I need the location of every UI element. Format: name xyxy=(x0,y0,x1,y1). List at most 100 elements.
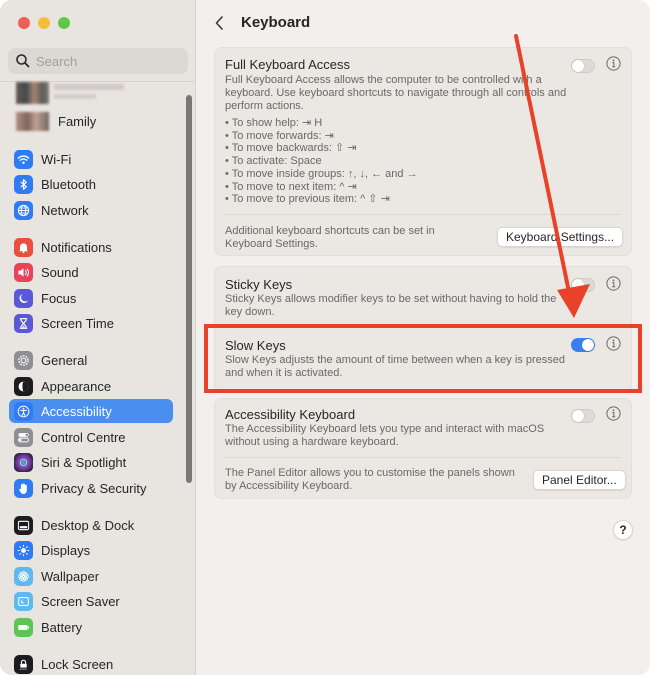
sidebar-scrollbar[interactable] xyxy=(186,95,192,483)
sidebar-item-screen-time[interactable]: Screen Time xyxy=(9,311,173,335)
page-title: Keyboard xyxy=(241,14,311,31)
sidebar-item-appearance[interactable]: Appearance xyxy=(9,374,173,398)
toggle-knob xyxy=(572,410,584,422)
slow-keys-toggle[interactable] xyxy=(571,338,595,352)
sidebar-item-sound[interactable]: Sound xyxy=(9,260,173,284)
window-controls xyxy=(18,17,70,29)
screen-saver-icon xyxy=(14,591,33,611)
sidebar-item-label: Bluetooth xyxy=(41,176,96,192)
accessibility-keyboard-toggle[interactable] xyxy=(571,409,595,423)
zoom-window-button[interactable] xyxy=(58,17,70,29)
shortcut-item: • To move forwards: ⇥ xyxy=(225,129,334,142)
accessibility-keyboard-card: Accessibility Keyboard The Accessibility… xyxy=(214,398,632,499)
back-chevron-icon[interactable] xyxy=(212,13,228,33)
wifi-icon xyxy=(14,149,33,169)
sidebar-item-label: Notifications xyxy=(41,239,112,255)
sticky-slow-keys-card: Sticky Keys Sticky Keys allows modifier … xyxy=(214,266,632,393)
siri-icon xyxy=(14,452,33,472)
bell-icon xyxy=(14,237,33,257)
sidebar-item-label: Siri & Spotlight xyxy=(41,454,127,470)
sidebar-item-wifi[interactable]: Wi-Fi xyxy=(9,147,173,171)
sidebar-item-notifications[interactable]: Notifications xyxy=(9,235,173,259)
sidebar-item-label: Appearance xyxy=(41,378,112,394)
shortcut-item: • To move to previous item: ^ ⇧ ⇥ xyxy=(225,193,390,206)
toggle-knob xyxy=(572,279,584,291)
close-window-button[interactable] xyxy=(18,17,30,29)
sidebar-item-label: Network xyxy=(41,202,89,218)
slow-keys-description: Slow Keys adjusts the amount of time bet… xyxy=(225,354,565,379)
minimize-window-button[interactable] xyxy=(38,17,50,29)
battery-icon xyxy=(14,617,33,637)
sidebar-item-focus[interactable]: Focus xyxy=(9,286,173,310)
sun-icon xyxy=(14,540,33,560)
sidebar-item-bluetooth[interactable]: Bluetooth xyxy=(9,172,173,196)
shortcut-item: • To move to next item: ^ ⇥ xyxy=(225,180,357,193)
main-pane: Keyboard Full Keyboard Access Full Keybo… xyxy=(197,0,650,675)
sidebar-item-accessibility[interactable]: Accessibility xyxy=(9,399,173,423)
panel-editor-button[interactable]: Panel Editor... xyxy=(533,470,626,490)
sidebar-item-privacy-security[interactable]: Privacy & Security xyxy=(9,476,173,500)
globe-icon xyxy=(14,200,33,220)
sidebar-item-displays[interactable]: Displays xyxy=(9,538,173,562)
search-input[interactable] xyxy=(36,53,176,69)
toggle-knob xyxy=(582,339,594,351)
moon-icon xyxy=(14,288,33,308)
sidebar-item-wallpaper[interactable]: Wallpaper xyxy=(9,564,173,588)
full-keyboard-access-title: Full Keyboard Access xyxy=(225,57,351,72)
accessibility-keyboard-title: Accessibility Keyboard xyxy=(225,407,356,422)
sidebar-item-general[interactable]: General xyxy=(9,348,173,372)
sidebar-item-label: Battery xyxy=(41,619,83,635)
help-button[interactable]: ? xyxy=(613,520,633,540)
sidebar-item-lock-screen[interactable]: Lock Screen xyxy=(9,652,173,675)
speaker-icon xyxy=(14,262,33,282)
sidebar-item-screen-saver[interactable]: Screen Saver xyxy=(9,589,173,613)
search-icon xyxy=(16,54,30,68)
hourglass-icon xyxy=(14,313,33,333)
sidebar-item-label: Screen Saver xyxy=(41,593,120,609)
info-icon[interactable] xyxy=(606,336,621,351)
dock-icon xyxy=(14,515,33,535)
sidebar-item-battery[interactable]: Battery xyxy=(9,615,173,639)
sidebar-item-label: Wi-Fi xyxy=(41,151,72,167)
family-label[interactable]: Family xyxy=(58,114,96,129)
sidebar-item-label: Privacy & Security xyxy=(41,480,147,496)
info-icon[interactable] xyxy=(606,56,621,71)
sidebar-item-label: Sound xyxy=(41,264,79,280)
card-divider xyxy=(225,214,621,215)
sidebar: Family Wi-Fi Bluetooth xyxy=(0,0,196,675)
sidebar-item-label: Desktop & Dock xyxy=(41,517,135,533)
search-field[interactable] xyxy=(8,48,188,74)
panel-editor-note: The Panel Editor allows you to customise… xyxy=(225,467,515,492)
card-divider xyxy=(225,457,621,458)
shortcut-item: • To move inside groups: ↑, ↓, ← and → xyxy=(225,167,418,180)
sidebar-item-label: Control Centre xyxy=(41,429,126,445)
family-avatar xyxy=(16,112,49,131)
sidebar-item-label: Screen Time xyxy=(41,315,114,331)
shortcut-item: • To show help: ⇥ H xyxy=(225,117,323,129)
accessibility-keyboard-description: The Accessibility Keyboard lets you type… xyxy=(225,423,545,448)
sticky-keys-title: Sticky Keys xyxy=(225,277,293,292)
keyboard-settings-button[interactable]: Keyboard Settings... xyxy=(497,227,624,247)
info-icon[interactable] xyxy=(606,406,621,421)
sidebar-item-network[interactable]: Network xyxy=(9,198,173,222)
sticky-keys-toggle[interactable] xyxy=(571,278,595,292)
lock-icon xyxy=(14,654,33,674)
accessibility-icon xyxy=(14,401,33,421)
sidebar-item-label: Wallpaper xyxy=(41,568,100,584)
sidebar-item-control-centre[interactable]: Control Centre xyxy=(9,425,173,449)
info-icon[interactable] xyxy=(606,276,621,291)
sidebar-item-label: Displays xyxy=(41,542,91,558)
toggle-knob xyxy=(572,60,584,72)
sidebar-item-label: General xyxy=(41,352,88,368)
full-keyboard-access-toggle[interactable] xyxy=(571,59,595,73)
sidebar-item-desktop-dock[interactable]: Desktop & Dock xyxy=(9,513,173,537)
bluetooth-icon xyxy=(14,174,33,194)
sticky-keys-description: Sticky Keys allows modifier keys to be s… xyxy=(225,293,557,318)
account-subtitle-obscured xyxy=(54,94,96,99)
full-keyboard-access-description: Full Keyboard Access allows the computer… xyxy=(225,74,567,112)
shortcut-item: • To move backwards: ⇧ ⇥ xyxy=(225,142,357,155)
sidebar-item-label: Lock Screen xyxy=(41,656,114,672)
sidebar-item-siri-spotlight[interactable]: Siri & Spotlight xyxy=(9,450,173,474)
sidebar-item-label: Accessibility xyxy=(41,403,112,419)
avatar xyxy=(16,82,49,104)
